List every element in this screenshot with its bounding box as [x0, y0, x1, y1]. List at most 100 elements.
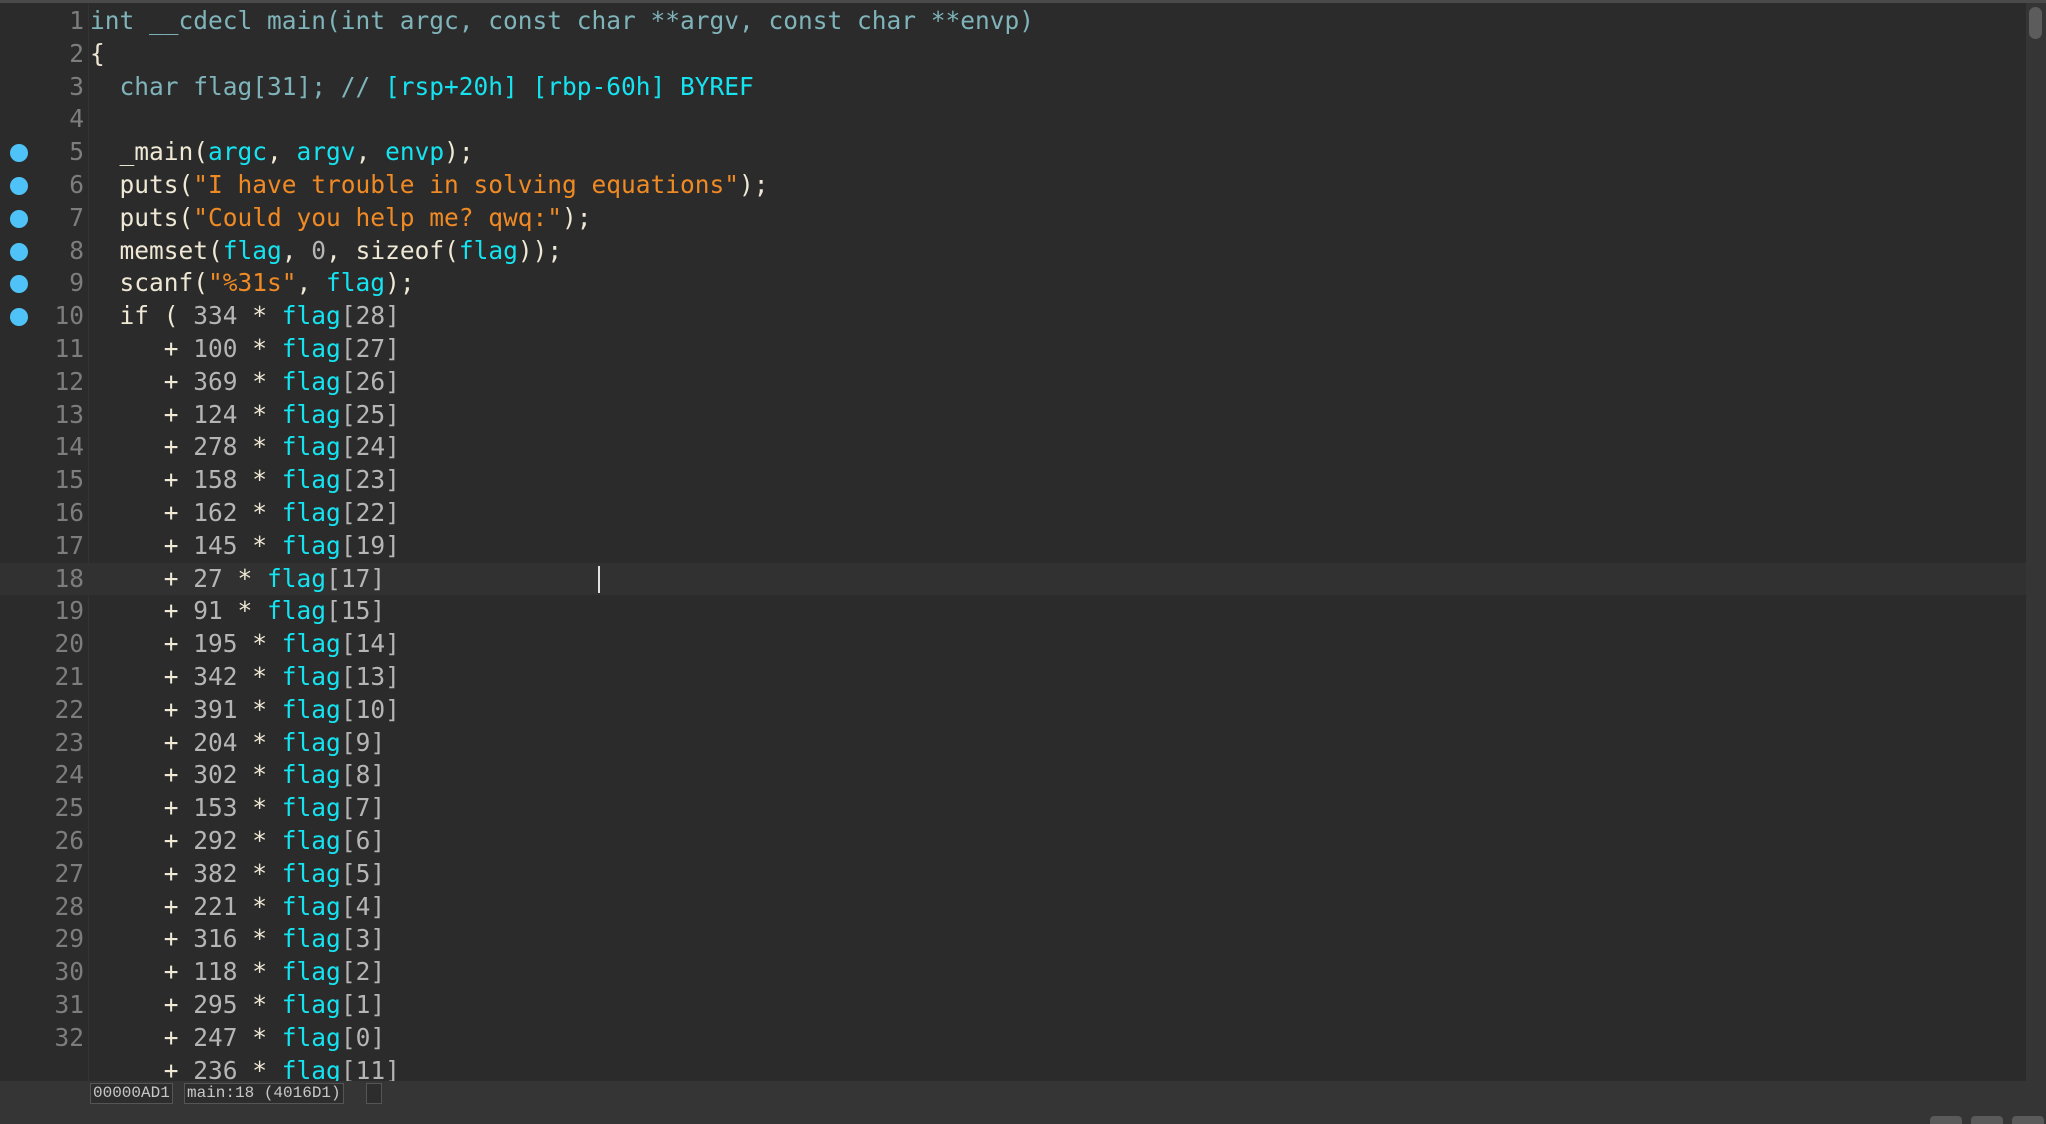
line-number: 21	[54, 662, 84, 691]
code-token: flag	[281, 629, 341, 659]
code-line[interactable]: 30 + 118 * flag[2]	[0, 956, 2026, 989]
code-line[interactable]: 29 + 316 * flag[3]	[0, 923, 2026, 956]
code-token: flag	[281, 694, 341, 724]
code-token: +	[90, 760, 194, 790]
code-line[interactable]: 12 + 369 * flag[26]	[0, 366, 2026, 399]
code-token: ,	[355, 137, 386, 167]
code-token: 124	[193, 399, 238, 429]
code-line[interactable]: 25 + 153 * flag[7]	[0, 792, 2026, 825]
line-number: 7	[69, 202, 84, 232]
code-line[interactable]: 3 char flag[31]; // [rsp+20h] [rbp-60h] …	[0, 71, 2026, 104]
code-line[interactable]: 21 + 342 * flag[13]	[0, 661, 2026, 694]
code-line[interactable]: 19 + 91 * flag[15]	[0, 595, 2026, 628]
code-token: *	[237, 399, 282, 429]
code-line[interactable]: 14 + 278 * flag[24]	[0, 431, 2026, 464]
code-token: flag	[281, 858, 341, 888]
code-token: 91	[193, 596, 223, 626]
status-bar: 00000AD1 main:18 (4016D1)	[0, 1081, 2046, 1124]
code-text: scanf("%31s", flag);	[90, 267, 415, 300]
code-token: [9]	[340, 727, 386, 757]
code-token: [4]	[340, 891, 386, 921]
code-line[interactable]: 28 + 221 * flag[4]	[0, 891, 2026, 924]
code-token: flag	[281, 793, 341, 823]
code-token: *	[237, 858, 282, 888]
code-token: flag	[458, 235, 518, 265]
code-line[interactable]: 24 + 302 * flag[8]	[0, 759, 2026, 792]
minimize-button[interactable]	[1930, 1116, 1962, 1124]
code-token: *	[237, 530, 282, 560]
code-line[interactable]: 2{	[0, 38, 2026, 71]
code-line[interactable]: 8 memset(flag, 0, sizeof(flag));	[0, 235, 2026, 268]
code-line[interactable]: 15 + 158 * flag[23]	[0, 464, 2026, 497]
code-text: int __cdecl main(int argc, const char **…	[90, 5, 1034, 38]
function-location: main:18 (4016D1)	[184, 1083, 344, 1104]
code-token: *	[237, 694, 282, 724]
code-token: [5]	[340, 858, 386, 888]
text-cursor	[598, 565, 600, 593]
code-line[interactable]: 16 + 162 * flag[22]	[0, 497, 2026, 530]
code-token: *	[237, 891, 282, 921]
code-line[interactable]: 7 puts("Could you help me? qwq:");	[0, 202, 2026, 235]
code-token: +	[90, 727, 194, 757]
code-text: + 391 * flag[10]	[90, 694, 400, 727]
code-token: [14]	[340, 629, 400, 659]
code-token: +	[90, 694, 194, 724]
pseudocode-editor[interactable]: 1 int __cdecl main(int argc, const char *…	[0, 3, 2026, 1081]
code-token: flag	[281, 924, 341, 954]
code-token: _main(	[90, 137, 209, 167]
code-token: flag	[222, 235, 282, 265]
code-text: + 153 * flag[7]	[90, 792, 385, 825]
code-token: 369	[193, 366, 238, 396]
line-number: 29	[54, 924, 84, 954]
code-line[interactable]: 31 + 295 * flag[1]	[0, 989, 2026, 1022]
code-token: 195	[193, 629, 238, 659]
code-token: 302	[193, 760, 238, 790]
code-line[interactable]: 1 int __cdecl main(int argc, const char *…	[0, 5, 2026, 38]
code-token: +	[90, 596, 194, 626]
code-line[interactable]: 27 + 382 * flag[5]	[0, 858, 2026, 891]
line-number: 8	[69, 235, 84, 265]
code-token: 145	[193, 530, 238, 560]
code-token: *	[237, 924, 282, 954]
restore-button[interactable]	[1971, 1116, 2003, 1124]
code-line[interactable]: 4	[0, 103, 2026, 136]
code-token: memset(	[90, 235, 223, 265]
code-line[interactable]: 17 + 145 * flag[19]	[0, 530, 2026, 563]
code-token: [1]	[340, 990, 386, 1019]
code-token: 382	[193, 858, 238, 888]
code-line[interactable]: 22 + 391 * flag[10]	[0, 694, 2026, 727]
code-line[interactable]: 32 + 247 * flag[0]	[0, 1022, 2026, 1055]
code-token: *	[237, 662, 282, 691]
code-text: _main(argc, argv, envp);	[90, 136, 474, 169]
code-token: 0	[311, 235, 327, 265]
vertical-scrollbar[interactable]	[2026, 3, 2046, 1081]
code-text: + 145 * flag[19]	[90, 530, 400, 563]
code-token: puts(	[90, 202, 194, 232]
code-token: 27	[193, 563, 223, 593]
code-token: ,	[296, 268, 327, 298]
code-line[interactable]: 13 + 124 * flag[25]	[0, 399, 2026, 432]
line-number: 10	[54, 301, 84, 331]
code-text: memset(flag, 0, sizeof(flag));	[90, 235, 563, 268]
close-button[interactable]	[2012, 1116, 2044, 1124]
code-token: *	[237, 1055, 282, 1081]
code-line[interactable]: 23 + 204 * flag[9]	[0, 727, 2026, 760]
code-line[interactable]: 5 _main(argc, argv, envp);	[0, 136, 2026, 169]
code-token: envp	[385, 137, 445, 167]
line-number: 4	[69, 104, 84, 134]
scrollbar-thumb[interactable]	[2029, 7, 2042, 39]
code-line[interactable]: 6 puts("I have trouble in solving equati…	[0, 169, 2026, 202]
code-line[interactable]: 11 + 100 * flag[27]	[0, 333, 2026, 366]
code-line[interactable]: + 236 * flag[11]	[0, 1055, 2026, 1081]
code-text: + 100 * flag[27]	[90, 333, 400, 366]
code-line[interactable]: 18 + 27 * flag[17]	[0, 562, 2026, 596]
code-line[interactable]: 10 if ( 334 * flag[28]	[0, 300, 2026, 333]
code-token: *	[237, 760, 282, 790]
code-line[interactable]: 26 + 292 * flag[6]	[0, 825, 2026, 858]
code-line[interactable]: 9 scanf("%31s", flag);	[0, 267, 2026, 300]
code-line[interactable]: 20 + 195 * flag[14]	[0, 628, 2026, 661]
code-token: [26]	[340, 366, 400, 396]
code-token: 292	[193, 826, 238, 855]
code-token: 158	[193, 465, 238, 495]
code-token: , sizeof(	[326, 235, 459, 265]
